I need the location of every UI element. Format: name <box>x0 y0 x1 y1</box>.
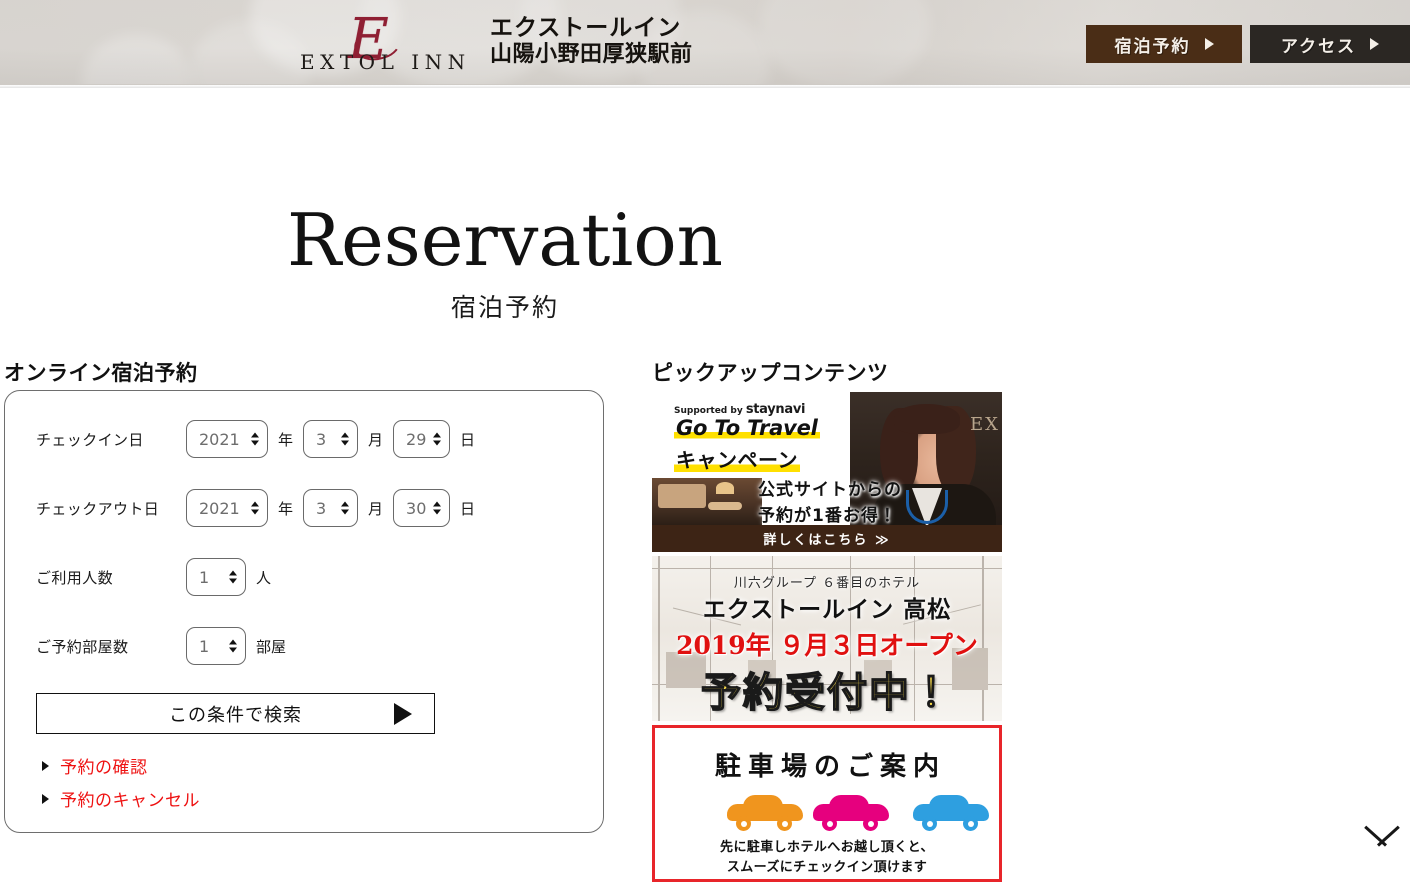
chevron-up-icon <box>1376 825 1400 847</box>
car-icon-blue <box>913 794 989 831</box>
checkout-year-select[interactable]: 2021 <box>186 489 268 527</box>
checkin-year-value: 2021 <box>199 429 240 449</box>
guests-value: 1 <box>199 567 210 587</box>
checkout-month-value: 3 <box>316 498 327 518</box>
checkout-year-unit: 年 <box>278 499 294 518</box>
car-icons-group <box>655 794 999 834</box>
checkin-year-select[interactable]: 2021 <box>186 420 268 458</box>
triangle-right-icon <box>1370 38 1380 50</box>
guests-unit: 人 <box>256 568 272 587</box>
logo-wordmark: EXTOL INN <box>300 50 471 74</box>
campaign-subtitle: キャンペーン <box>674 444 800 473</box>
stepper-arrows-icon <box>251 432 259 446</box>
banner-cta-label: 詳しくはこちら ≫ <box>763 533 891 548</box>
page-subtitle: 宿泊予約 <box>450 293 559 322</box>
takamatsu-hotel-name: エクストールイン 高松 <box>702 596 952 623</box>
triangle-right-icon <box>394 702 412 725</box>
group-caption: 川六グループ ６番目のホテル <box>733 576 921 591</box>
supported-prefix: Supported by <box>674 406 743 416</box>
triangle-right-icon <box>42 760 49 771</box>
hotel-name: エクストールイン 山陽小野田厚狭駅前 <box>490 14 693 69</box>
go-to-travel-title: Go To Travel <box>674 416 820 440</box>
checkout-label: チェックアウト日 <box>36 499 160 518</box>
guests-label: ご利用人数 <box>36 568 114 587</box>
stepper-arrows-icon <box>341 432 350 446</box>
rooms-select[interactable]: 1 <box>186 627 246 665</box>
guest-room-photo <box>652 478 762 525</box>
rooms-value: 1 <box>199 636 210 656</box>
triangle-right-icon <box>42 793 49 804</box>
checkin-day-select[interactable]: 29 <box>393 420 451 458</box>
checkout-day-value: 30 <box>406 498 427 518</box>
site-header: E EXTOL INN エクストールイン 山陽小野田厚狭駅前 宿泊予約 アクセス <box>0 0 1410 88</box>
checkout-day-unit: 日 <box>460 499 476 518</box>
stepper-arrows-icon <box>433 432 442 446</box>
stepper-arrows-icon <box>251 501 259 515</box>
checkout-row: チェックアウト日 2021 年 3 月 30 日 <box>36 489 485 527</box>
rooms-row: ご予約部屋数 1 部屋 <box>36 627 296 665</box>
header-access-label: アクセス <box>1280 36 1357 57</box>
parking-title: 駐車場のご案内 <box>714 752 946 782</box>
parking-note: 先に駐車しホテルへお越し頂くと、 スムーズにチェックイン頂けます <box>655 838 999 878</box>
confirm-reservation-label: 予約の確認 <box>60 758 148 778</box>
parking-note-line2: スムーズにチェックイン頂けます <box>726 860 928 876</box>
ex-sign-text: EX <box>970 414 1000 435</box>
guests-row: ご利用人数 1 人 <box>36 558 281 596</box>
checkout-month-select[interactable]: 3 <box>303 489 359 527</box>
confirm-reservation-link[interactable]: 予約の確認 <box>42 753 148 778</box>
booking-status: 予約受付中！ <box>700 668 953 717</box>
opening-date: 2019年 ９月３日オープン <box>676 631 978 660</box>
header-access-button[interactable]: アクセス <box>1250 25 1410 63</box>
checkin-year-unit: 年 <box>278 430 294 449</box>
checkin-row: チェックイン日 2021 年 3 月 29 日 <box>36 420 485 458</box>
cancel-reservation-label: 予約のキャンセル <box>60 791 200 811</box>
form-section-heading: オンライン宿泊予約 <box>4 361 198 385</box>
banner-message-line1: 公式サイトからの <box>758 480 902 500</box>
chevron-up-icon <box>1364 825 1388 847</box>
search-button-label: この条件で検索 <box>169 704 302 726</box>
checkin-month-value: 3 <box>316 429 327 449</box>
header-reserve-button[interactable]: 宿泊予約 <box>1086 25 1242 63</box>
hotel-name-line1: エクストールイン <box>490 15 682 41</box>
banner-cta[interactable]: 詳しくはこちら ≫ <box>652 525 1002 552</box>
hotel-name-line2: 山陽小野田厚狭駅前 <box>490 42 693 68</box>
car-icon-orange <box>727 794 803 831</box>
parking-note-line1: 先に駐車しホテルへお越し頂くと、 <box>720 840 934 855</box>
cancel-reservation-link[interactable]: 予約のキャンセル <box>42 786 200 811</box>
checkin-label: チェックイン日 <box>36 430 144 449</box>
banner-go-to-travel[interactable]: EX Supported by staynavi Go To Travel キャ… <box>652 392 1002 552</box>
header-divider <box>0 84 1410 88</box>
staynavi-brand: staynavi <box>745 402 806 417</box>
checkout-year-value: 2021 <box>199 498 240 518</box>
page-title: Reservation <box>286 198 724 282</box>
triangle-right-icon <box>1204 38 1214 50</box>
site-logo[interactable]: E EXTOL INN <box>300 12 482 75</box>
supported-by-text: Supported by staynavi <box>674 402 805 417</box>
pickup-section-heading: ピックアップコンテンツ <box>652 361 889 385</box>
checkin-day-value: 29 <box>406 429 427 449</box>
banner-message: 公式サイトからの 予約が1番お得！ <box>758 478 902 529</box>
stepper-arrows-icon <box>229 639 237 653</box>
rooms-unit: 部屋 <box>256 637 287 656</box>
rooms-label: ご予約部屋数 <box>36 637 129 656</box>
stepper-arrows-icon <box>229 570 237 584</box>
search-button[interactable]: この条件で検索 <box>36 693 435 734</box>
checkout-month-unit: 月 <box>368 499 384 518</box>
scroll-to-top-button[interactable] <box>1358 825 1406 878</box>
banner-takamatsu-opening[interactable]: 川六グループ ６番目のホテル エクストールイン 高松 2019年 ９月３日オープ… <box>652 556 1002 721</box>
header-reserve-label: 宿泊予約 <box>1114 36 1191 57</box>
checkin-month-select[interactable]: 3 <box>303 420 359 458</box>
guests-select[interactable]: 1 <box>186 558 246 596</box>
checkin-month-unit: 月 <box>368 430 384 449</box>
car-icon-pink <box>813 794 889 831</box>
checkout-day-select[interactable]: 30 <box>393 489 451 527</box>
stepper-arrows-icon <box>433 501 442 515</box>
banner-parking-guide[interactable]: 駐車場のご案内 先に駐車しホテルへお越し頂くと、 スムーズにチェックイン頂けます <box>652 725 1002 882</box>
checkin-day-unit: 日 <box>460 430 476 449</box>
stepper-arrows-icon <box>341 501 350 515</box>
